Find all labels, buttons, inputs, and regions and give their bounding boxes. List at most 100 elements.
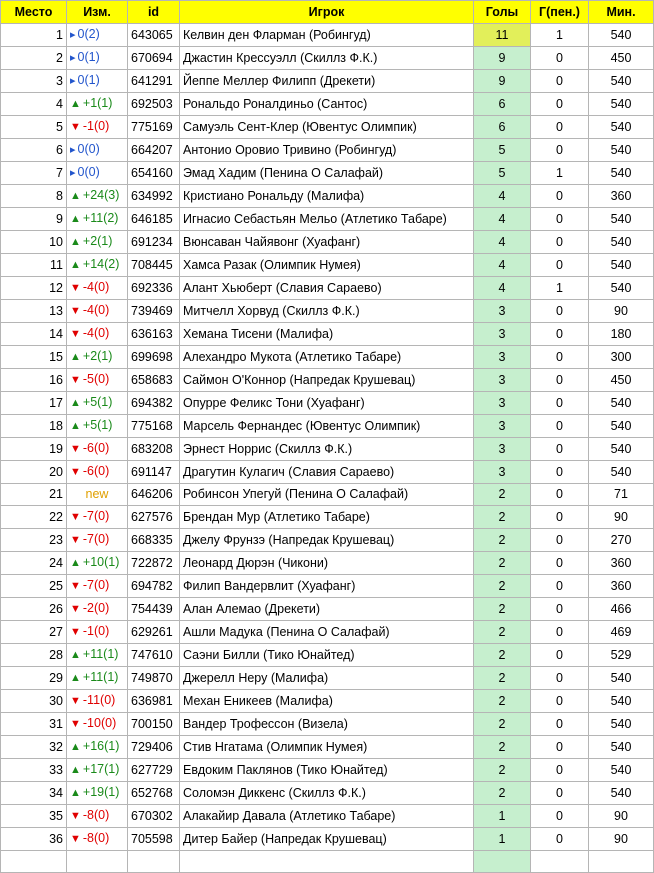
minutes-cell[interactable]: 540 bbox=[588, 781, 654, 805]
player-cell[interactable]: Хамса Разак (Олимпик Нумея) bbox=[179, 253, 474, 277]
player-cell[interactable]: Вюнсаван Чайявонг (Хуафанг) bbox=[179, 230, 474, 254]
place-cell[interactable]: 32 bbox=[0, 735, 67, 759]
penalties-cell[interactable]: 1 bbox=[530, 276, 589, 300]
penalties-cell[interactable]: 0 bbox=[530, 735, 589, 759]
place-cell[interactable]: 29 bbox=[0, 666, 67, 690]
place-cell[interactable]: 30 bbox=[0, 689, 67, 713]
header-id[interactable]: id bbox=[127, 0, 180, 24]
minutes-cell[interactable]: 90 bbox=[588, 505, 654, 529]
minutes-cell[interactable]: 540 bbox=[588, 414, 654, 438]
penalties-cell[interactable]: 0 bbox=[530, 184, 589, 208]
change-cell[interactable]: ▼ -8(0) bbox=[66, 827, 128, 851]
penalties-cell[interactable]: 0 bbox=[530, 115, 589, 139]
table-row[interactable]: 5 ▼ -1(0) 775169 Самуэль Сент-Клер (Ювентус … bbox=[0, 115, 654, 139]
table-row[interactable]: 9 ▲ +11(2) 646185 Игнасио Себастьян Мельо (А… bbox=[0, 207, 654, 231]
penalties-cell[interactable]: 0 bbox=[530, 643, 589, 667]
goals-cell[interactable]: 2 bbox=[473, 483, 531, 506]
id-cell[interactable]: 636981 bbox=[127, 689, 180, 713]
minutes-cell[interactable]: 540 bbox=[588, 92, 654, 116]
table-row[interactable]: 10 ▲ +2(1) 691234 Вюнсаван Чайявонг (Хуафанг… bbox=[0, 230, 654, 254]
penalties-cell[interactable]: 0 bbox=[530, 46, 589, 70]
minutes-cell[interactable]: 180 bbox=[588, 322, 654, 346]
id-cell[interactable]: 691234 bbox=[127, 230, 180, 254]
place-cell[interactable]: 4 bbox=[0, 92, 67, 116]
minutes-cell[interactable]: 540 bbox=[588, 437, 654, 461]
goals-cell[interactable]: 1 bbox=[473, 827, 531, 851]
minutes-cell[interactable]: 540 bbox=[588, 23, 654, 47]
id-cell[interactable]: 729406 bbox=[127, 735, 180, 759]
id-cell[interactable]: 634992 bbox=[127, 184, 180, 208]
player-cell[interactable]: Игнасио Себастьян Мельо (Атлетико Табаре… bbox=[179, 207, 474, 231]
minutes-cell[interactable]: 469 bbox=[588, 620, 654, 644]
minutes-cell[interactable]: 360 bbox=[588, 551, 654, 575]
change-cell[interactable]: ▼ -5(0) bbox=[66, 368, 128, 392]
player-cell[interactable]: Вандер Трофессон (Визела) bbox=[179, 712, 474, 736]
change-cell[interactable]: ▲ +5(1) bbox=[66, 391, 128, 415]
change-cell[interactable]: ▲ +17(1) bbox=[66, 758, 128, 782]
player-cell[interactable]: Митчелл Хорвуд (Скиллз Ф.К.) bbox=[179, 299, 474, 323]
player-cell[interactable]: Драгутин Кулагич (Славия Сараево) bbox=[179, 460, 474, 484]
player-cell[interactable]: Келвин ден Фларман (Робингуд) bbox=[179, 23, 474, 47]
place-cell[interactable]: 23 bbox=[0, 528, 67, 552]
minutes-cell[interactable]: 540 bbox=[588, 230, 654, 254]
table-row[interactable]: 34 ▲ +19(1) 652768 Соломэн Диккенс (Скиллз Ф… bbox=[0, 781, 654, 805]
place-cell[interactable]: 33 bbox=[0, 758, 67, 782]
id-cell[interactable]: 705598 bbox=[127, 827, 180, 851]
place-cell[interactable]: 20 bbox=[0, 460, 67, 484]
change-cell[interactable]: ▲ +19(1) bbox=[66, 781, 128, 805]
id-cell[interactable]: 700150 bbox=[127, 712, 180, 736]
table-row[interactable]: 36 ▼ -8(0) 705598 Дитер Байер (Напредак Круш… bbox=[0, 827, 654, 851]
goals-cell[interactable]: 5 bbox=[473, 138, 531, 162]
penalties-cell[interactable]: 0 bbox=[530, 345, 589, 369]
player-cell[interactable]: Леонард Дюрэн (Чикони) bbox=[179, 551, 474, 575]
table-row[interactable]: 4 ▲ +1(1) 692503 Рональдо Роналдиньо (Сантос… bbox=[0, 92, 654, 116]
place-cell[interactable]: 34 bbox=[0, 781, 67, 805]
place-cell[interactable]: 13 bbox=[0, 299, 67, 323]
goals-cell[interactable]: 3 bbox=[473, 299, 531, 323]
change-cell[interactable]: ▼ -7(0) bbox=[66, 574, 128, 598]
id-cell[interactable]: 775168 bbox=[127, 414, 180, 438]
player-cell[interactable]: Соломэн Диккенс (Скиллз Ф.К.) bbox=[179, 781, 474, 805]
id-cell[interactable]: 694782 bbox=[127, 574, 180, 598]
penalties-cell[interactable]: 0 bbox=[530, 368, 589, 392]
goals-cell[interactable]: 2 bbox=[473, 781, 531, 805]
place-cell[interactable]: 26 bbox=[0, 597, 67, 621]
penalties-cell[interactable]: 0 bbox=[530, 299, 589, 323]
goals-cell[interactable]: 3 bbox=[473, 368, 531, 392]
minutes-cell[interactable]: 540 bbox=[588, 161, 654, 185]
minutes-cell[interactable]: 466 bbox=[588, 597, 654, 621]
table-row[interactable]: 13 ▼ -4(0) 739469 Митчелл Хорвуд (Скиллз Ф.К… bbox=[0, 299, 654, 323]
place-cell[interactable]: 9 bbox=[0, 207, 67, 231]
player-cell[interactable]: Брендан Мур (Атлетико Табаре) bbox=[179, 505, 474, 529]
change-cell[interactable]: ▲ +5(1) bbox=[66, 414, 128, 438]
change-cell[interactable]: ▸ 0(0) bbox=[66, 138, 128, 162]
table-row[interactable]: 15 ▲ +2(1) 699698 Алехандро Мукота (Атлетико… bbox=[0, 345, 654, 369]
goals-cell[interactable]: 2 bbox=[473, 574, 531, 598]
penalties-cell[interactable]: 0 bbox=[530, 620, 589, 644]
player-cell[interactable]: Хемана Тисени (Малифа) bbox=[179, 322, 474, 346]
place-cell[interactable]: 22 bbox=[0, 505, 67, 529]
goals-cell[interactable]: 4 bbox=[473, 276, 531, 300]
table-row[interactable]: 16 ▼ -5(0) 658683 Саймон О'Коннор (Напредак … bbox=[0, 368, 654, 392]
change-cell[interactable]: ▸ 0(1) bbox=[66, 69, 128, 93]
place-cell[interactable]: 17 bbox=[0, 391, 67, 415]
goals-cell[interactable]: 4 bbox=[473, 253, 531, 277]
place-cell[interactable]: 12 bbox=[0, 276, 67, 300]
id-cell[interactable]: 670302 bbox=[127, 804, 180, 828]
change-cell[interactable]: ▲ +11(1) bbox=[66, 643, 128, 667]
change-cell[interactable]: ▲ +2(1) bbox=[66, 345, 128, 369]
penalties-cell[interactable]: 0 bbox=[530, 758, 589, 782]
table-row[interactable]: 28 ▲ +11(1) 747610 Саэни Билли (Тико Юнайтед… bbox=[0, 643, 654, 667]
table-row[interactable]: 30 ▼ -11(0) 636981 Механ Еникеев (Малифа) 2 0 5… bbox=[0, 689, 654, 713]
table-row[interactable]: 21 new 646206 Робинсон Упегуй (Пенина О Сал… bbox=[0, 483, 654, 506]
player-cell[interactable]: Стив Нгатама (Олимпик Нумея) bbox=[179, 735, 474, 759]
place-cell[interactable]: 5 bbox=[0, 115, 67, 139]
id-cell[interactable]: 683208 bbox=[127, 437, 180, 461]
penalties-cell[interactable]: 0 bbox=[530, 138, 589, 162]
place-cell[interactable]: 18 bbox=[0, 414, 67, 438]
change-cell[interactable]: new bbox=[66, 483, 128, 506]
minutes-cell[interactable]: 540 bbox=[588, 69, 654, 93]
goals-cell[interactable]: 3 bbox=[473, 437, 531, 461]
goals-cell[interactable]: 9 bbox=[473, 46, 531, 70]
header-change[interactable]: Изм. bbox=[66, 0, 128, 24]
